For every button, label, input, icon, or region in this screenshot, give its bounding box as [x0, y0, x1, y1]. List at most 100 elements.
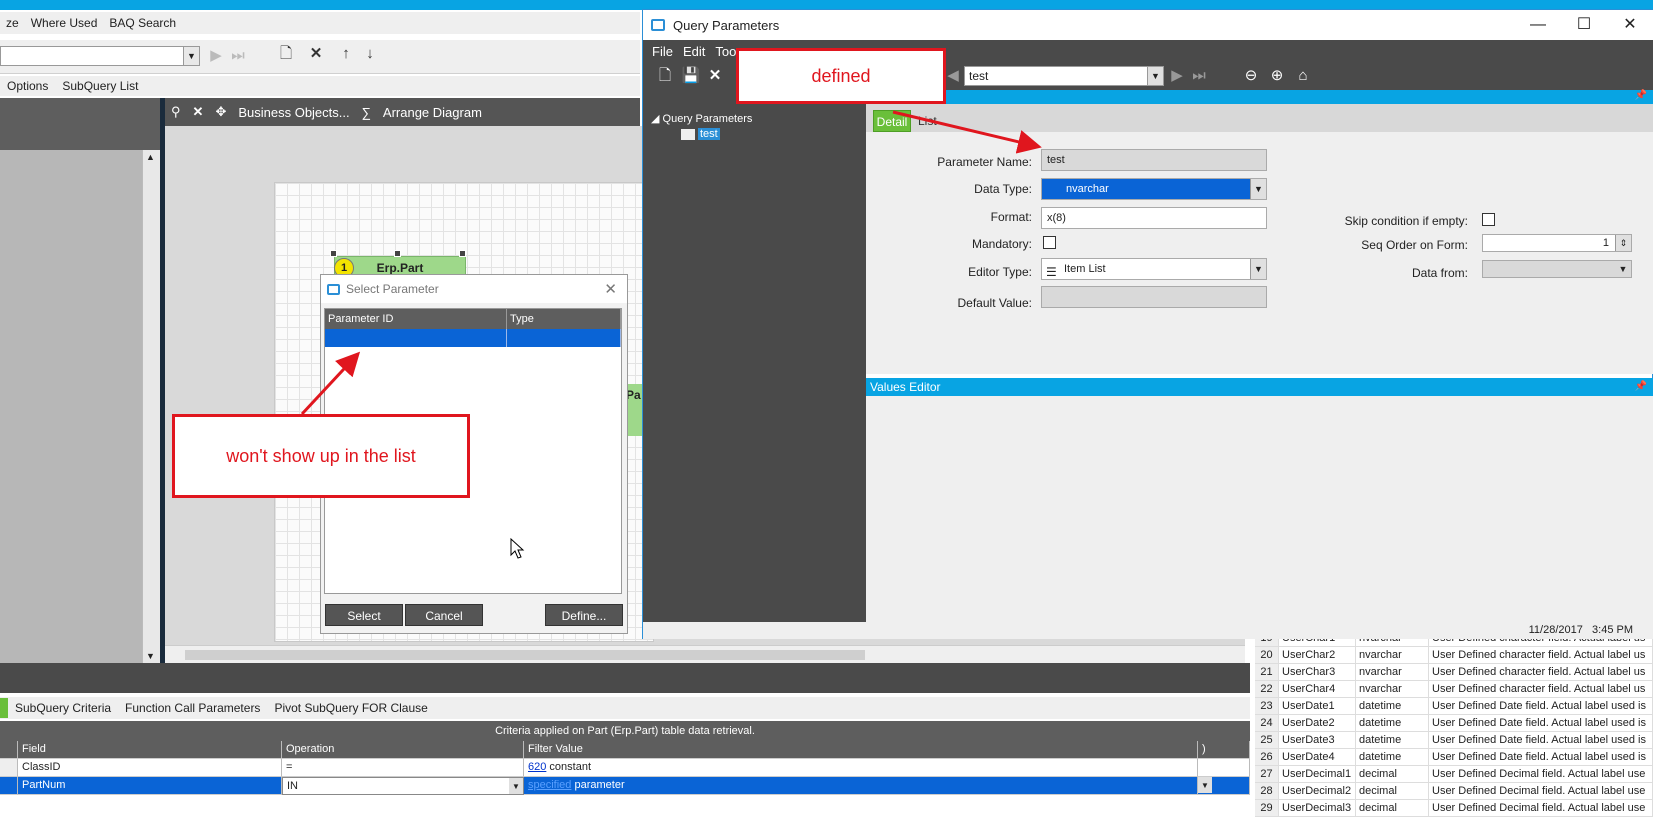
back-icon[interactable]: ⊖: [1241, 66, 1261, 86]
resize-handle[interactable]: [394, 250, 401, 257]
tree-root[interactable]: ◢ Query Parameters: [651, 112, 752, 125]
define-button[interactable]: Define...: [545, 604, 623, 626]
chevron-down-icon[interactable]: ▼: [1250, 179, 1266, 199]
col-paren[interactable]: ): [1198, 741, 1250, 759]
next-icon[interactable]: ▶: [206, 46, 226, 66]
list-item[interactable]: 25 UserDate3 datetime User Defined Date fie…: [1255, 732, 1653, 749]
qp-nav-combo[interactable]: test ▼: [964, 66, 1164, 86]
new-icon[interactable]: 🗋: [655, 66, 675, 86]
forward-icon[interactable]: ⊕: [1267, 66, 1287, 86]
left-scrollbar[interactable]: ▲ ▼: [142, 150, 160, 663]
filter-link[interactable]: 620: [528, 761, 546, 773]
list-item[interactable]: 27 UserDecimal1 decimal User Defined Decima…: [1255, 766, 1653, 783]
arrow-up-icon[interactable]: ↑: [336, 44, 356, 64]
last-icon[interactable]: ⏭: [228, 46, 248, 66]
prev-icon[interactable]: ◀: [943, 66, 963, 86]
resize-handle[interactable]: [459, 250, 466, 257]
cell-field[interactable]: ClassID: [18, 759, 282, 777]
cell-type[interactable]: [507, 329, 621, 347]
spinner-icon[interactable]: ⇕: [1615, 235, 1631, 251]
cell-parameter-id[interactable]: [325, 329, 507, 347]
sigma-button[interactable]: ∑: [356, 105, 377, 120]
scroll-up-icon[interactable]: ▲: [146, 152, 155, 162]
list-item[interactable]: 24 UserDate2 datetime User Defined Date fie…: [1255, 715, 1653, 732]
menu-item-where-used[interactable]: Where Used: [25, 16, 104, 30]
delete-icon[interactable]: ✕: [306, 44, 326, 64]
list-item[interactable]: 23 UserDate1 datetime User Defined Date fie…: [1255, 698, 1653, 715]
tab-function-call-parameters[interactable]: Function Call Parameters: [118, 701, 267, 715]
sp-title-bar[interactable]: Select Parameter ✕: [321, 275, 627, 303]
chevron-down-icon[interactable]: ▼: [509, 778, 523, 794]
operation-select[interactable]: IN ▼: [282, 777, 524, 795]
arrow-down-icon[interactable]: ↓: [360, 44, 380, 64]
delete-table-icon[interactable]: ✕: [187, 104, 210, 120]
cell-filter-value[interactable]: specified parameter: [524, 777, 1198, 795]
chevron-down-icon[interactable]: ▼: [1615, 261, 1631, 277]
cell-paren[interactable]: [1198, 759, 1250, 777]
last-icon[interactable]: ⏭: [1189, 66, 1209, 86]
left-list[interactable]: [0, 150, 142, 663]
chevron-down-icon[interactable]: ▼: [1198, 777, 1212, 793]
minimize-button[interactable]: —: [1515, 10, 1561, 40]
new-icon[interactable]: 🗋: [276, 44, 296, 64]
list-item[interactable]: 29 UserDecimal3 decimal User Defined Decima…: [1255, 800, 1653, 817]
tab-subquery-criteria[interactable]: SubQuery Criteria: [8, 701, 118, 715]
chevron-down-icon[interactable]: ▼: [1147, 67, 1163, 85]
list-item[interactable]: 21 UserChar3 nvarchar User Defined characte…: [1255, 664, 1653, 681]
col-filter-value[interactable]: Filter Value: [524, 741, 1198, 759]
menu-item-baq-search[interactable]: BAQ Search: [103, 16, 182, 30]
next-icon[interactable]: ▶: [1167, 66, 1187, 86]
menu-file[interactable]: File: [647, 44, 678, 59]
select-button[interactable]: Select: [325, 604, 403, 626]
home-icon[interactable]: ⌂: [1293, 66, 1313, 86]
link-icon[interactable]: ⚲: [165, 104, 187, 120]
list-item[interactable]: 26 UserDate4 datetime User Defined Date fie…: [1255, 749, 1653, 766]
values-editor-body[interactable]: [866, 396, 1653, 624]
list-item[interactable]: 20 UserChar2 nvarchar User Defined characte…: [1255, 647, 1653, 664]
save-icon[interactable]: 💾: [681, 66, 701, 86]
col-operation[interactable]: Operation: [282, 741, 524, 759]
data-type-select[interactable]: nvarchar ▼: [1041, 178, 1267, 200]
default-value-field[interactable]: [1041, 286, 1267, 308]
seq-order-field[interactable]: 1 ⇕: [1482, 234, 1632, 252]
col-field[interactable]: Field: [18, 741, 282, 759]
cell-paren[interactable]: ▼: [1198, 777, 1250, 795]
table-row[interactable]: ClassID = 620 constant: [0, 759, 1250, 777]
arrange-diagram-button[interactable]: Arrange Diagram: [377, 105, 488, 120]
cancel-button[interactable]: Cancel: [405, 604, 483, 626]
parameter-name-field[interactable]: test: [1041, 149, 1267, 171]
query-nav-combo[interactable]: ▼: [0, 46, 200, 66]
cell-filter-value[interactable]: 620 constant: [524, 759, 1198, 777]
diagram-hscroll[interactable]: [165, 645, 1245, 663]
delete-icon[interactable]: ✕: [705, 66, 725, 86]
menu-edit[interactable]: Edit: [678, 44, 710, 59]
pin-icon[interactable]: 📌: [1635, 90, 1647, 101]
scroll-down-icon[interactable]: ▼: [146, 651, 155, 661]
close-icon[interactable]: ✕: [604, 280, 617, 298]
close-button[interactable]: ✕: [1607, 10, 1653, 40]
list-item[interactable]: 28 UserDecimal2 decimal User Defined Decima…: [1255, 783, 1653, 800]
qp-title-bar[interactable]: Query Parameters — ☐ ✕: [643, 10, 1653, 40]
col-type[interactable]: Type: [507, 309, 621, 329]
tab-pivot-subquery[interactable]: Pivot SubQuery FOR Clause: [267, 701, 434, 715]
menu-item-subquery-list[interactable]: SubQuery List: [55, 79, 145, 93]
row-selector[interactable]: [0, 777, 18, 795]
skip-condition-checkbox[interactable]: [1482, 213, 1495, 226]
business-objects-button[interactable]: Business Objects...: [232, 105, 355, 120]
expand-icon[interactable]: ◢: [651, 113, 659, 125]
menu-item-options[interactable]: Options: [0, 79, 55, 93]
maximize-button[interactable]: ☐: [1561, 10, 1607, 40]
scroll-thumb[interactable]: [185, 650, 865, 660]
table-row[interactable]: PartNum IN ▼ specified parameter ▼: [0, 777, 1250, 795]
tree-node-test[interactable]: test: [681, 128, 720, 140]
tab-active-marker[interactable]: [0, 698, 8, 718]
resize-handle[interactable]: [330, 250, 337, 257]
table-row[interactable]: [325, 329, 621, 347]
cell-operation[interactable]: =: [282, 759, 524, 777]
mandatory-checkbox[interactable]: [1043, 236, 1056, 249]
tab-detail[interactable]: Detail: [873, 110, 911, 132]
pin-icon[interactable]: 📌: [1635, 378, 1647, 396]
chevron-down-icon[interactable]: ▼: [183, 47, 199, 65]
cell-field[interactable]: PartNum: [18, 777, 282, 795]
row-selector[interactable]: [0, 759, 18, 777]
